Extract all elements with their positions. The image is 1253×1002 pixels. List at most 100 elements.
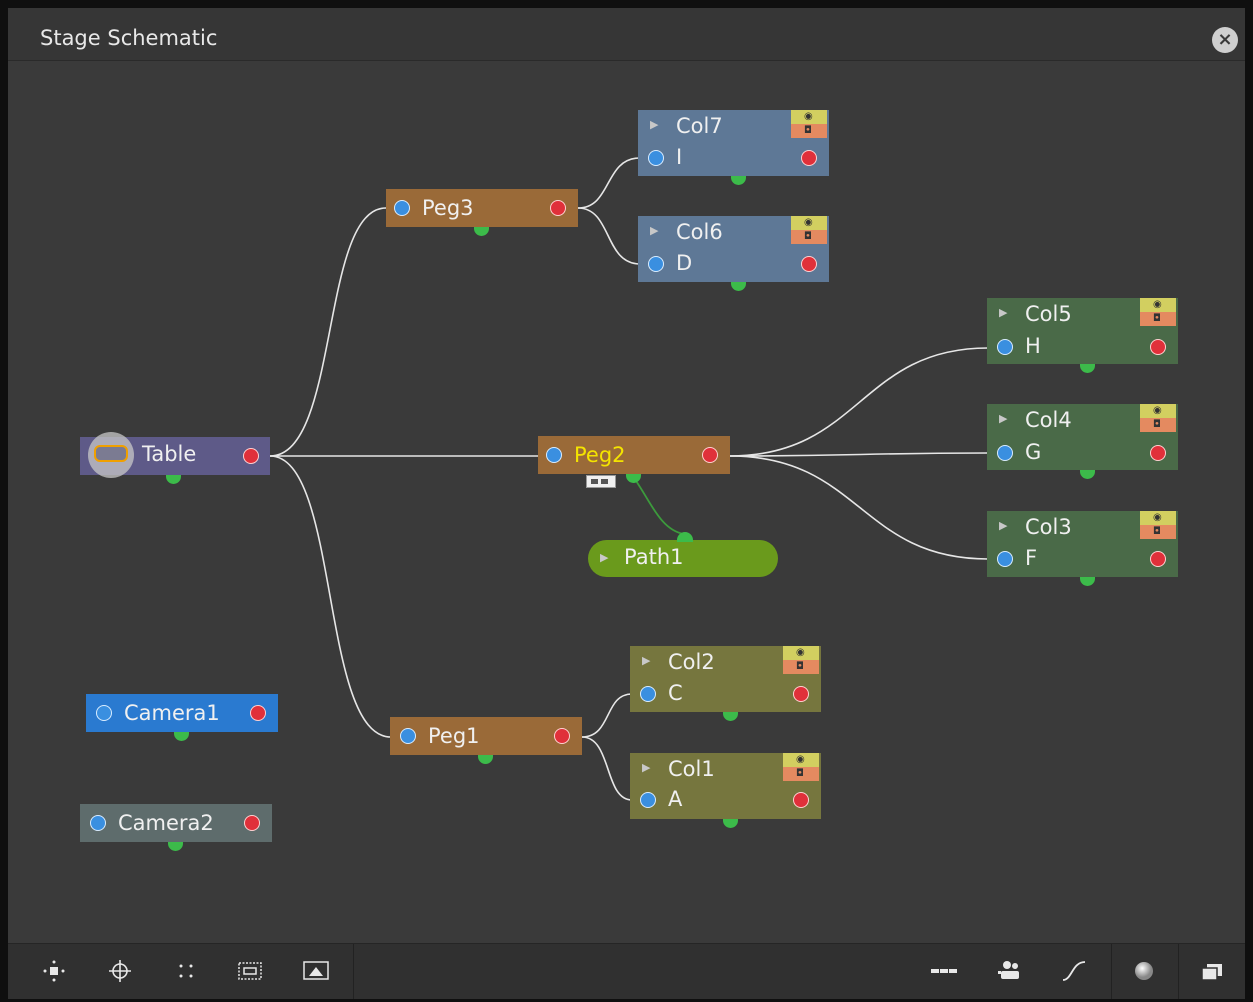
preview-visible-toggle[interactable]: ◉ xyxy=(1140,298,1176,312)
node-col6-sub: D xyxy=(676,251,693,275)
toggle-fx-stage-icon[interactable] xyxy=(1128,956,1160,986)
node-camera1[interactable]: Camera1 xyxy=(86,694,278,741)
node-peg1-label: Peg1 xyxy=(428,724,480,748)
input-port[interactable] xyxy=(997,551,1013,567)
output-port[interactable] xyxy=(554,728,570,744)
camstand-visible-toggle[interactable]: ◘ xyxy=(791,230,827,244)
output-port[interactable] xyxy=(1150,445,1166,461)
node-col7[interactable]: ▶ Col7 ◉ ◘ I xyxy=(638,110,829,185)
render-toggles[interactable]: ◉ ◘ xyxy=(1140,404,1176,432)
preview-visible-toggle[interactable]: ◉ xyxy=(1140,404,1176,418)
spline-icon[interactable] xyxy=(1058,956,1090,986)
preview-visible-toggle[interactable]: ◉ xyxy=(783,753,819,767)
output-port[interactable] xyxy=(793,686,809,702)
input-port[interactable] xyxy=(394,200,410,216)
node-path1-label: Path1 xyxy=(624,545,684,569)
toggle-node-icons-icon[interactable] xyxy=(300,956,332,986)
output-port[interactable] xyxy=(1150,551,1166,567)
render-toggles[interactable]: ◉ ◘ xyxy=(783,753,819,781)
expand-arrow-icon[interactable]: ▶ xyxy=(999,306,1007,319)
title-bar: Stage Schematic × xyxy=(8,8,1245,61)
input-port[interactable] xyxy=(997,339,1013,355)
camstand-visible-toggle[interactable]: ◘ xyxy=(783,660,819,674)
expand-arrow-icon[interactable]: ▶ xyxy=(999,412,1007,425)
node-table[interactable]: Table xyxy=(80,432,270,484)
node-path1[interactable]: ▶ Path1 xyxy=(588,532,778,577)
node-table-label: Table xyxy=(142,442,197,466)
node-peg3[interactable]: Peg3 xyxy=(386,189,578,236)
focus-current-icon[interactable] xyxy=(104,956,136,986)
normal-size-icon[interactable] xyxy=(234,956,266,986)
preview-visible-toggle[interactable]: ◉ xyxy=(791,216,827,230)
camstand-visible-toggle[interactable]: ◘ xyxy=(783,767,819,781)
path-input-port[interactable] xyxy=(677,532,693,542)
node-peg1[interactable]: Peg1 xyxy=(390,717,582,764)
preview-visible-toggle[interactable]: ◉ xyxy=(791,110,827,124)
schematic-menu-icon[interactable] xyxy=(1196,956,1228,986)
camstand-visible-toggle[interactable]: ◘ xyxy=(1140,312,1176,326)
node-col1[interactable]: ▶ Col1 ◉ ◘ A xyxy=(630,753,821,828)
expand-arrow-icon[interactable]: ▶ xyxy=(999,519,1007,532)
expand-arrow-icon[interactable]: ▶ xyxy=(642,761,650,774)
node-col1-sub: A xyxy=(668,787,683,811)
panel-title: Stage Schematic xyxy=(40,26,218,50)
output-port[interactable] xyxy=(801,256,817,272)
reorder-nodes-icon[interactable] xyxy=(170,956,202,986)
output-port[interactable] xyxy=(793,792,809,808)
output-port[interactable] xyxy=(1150,339,1166,355)
node-col6[interactable]: ▶ Col6 ◉ ◘ D xyxy=(638,216,829,291)
camstand-visible-toggle[interactable]: ◘ xyxy=(791,124,827,138)
node-col6-label: Col6 xyxy=(676,220,723,244)
render-toggles[interactable]: ◉ ◘ xyxy=(1140,511,1176,539)
node-col3-label: Col3 xyxy=(1025,515,1072,539)
node-col7-sub: I xyxy=(676,145,683,169)
node-col4[interactable]: ▶ Col4 ◉ ◘ G xyxy=(987,404,1178,479)
input-port[interactable] xyxy=(400,728,416,744)
node-col2[interactable]: ▶ Col2 ◉ ◘ C xyxy=(630,646,821,721)
node-camera2[interactable]: Camera2 xyxy=(80,804,272,851)
input-port[interactable] xyxy=(96,705,112,721)
close-icon[interactable]: × xyxy=(1212,27,1238,53)
camstand-visible-toggle[interactable]: ◘ xyxy=(1140,525,1176,539)
stage-schematic-panel: Stage Schematic × xyxy=(8,8,1245,999)
output-port[interactable] xyxy=(801,150,817,166)
node-col2-sub: C xyxy=(668,681,683,705)
toolbar-separator xyxy=(353,944,354,999)
render-toggles[interactable]: ◉ ◘ xyxy=(791,110,827,138)
minimize-nodes-icon[interactable] xyxy=(928,956,960,986)
node-camera2-label: Camera2 xyxy=(118,811,214,835)
output-port[interactable] xyxy=(550,200,566,216)
preview-visible-toggle[interactable]: ◉ xyxy=(1140,511,1176,525)
node-peg2[interactable]: Peg2 xyxy=(538,436,730,488)
output-port[interactable] xyxy=(244,815,260,831)
input-port[interactable] xyxy=(546,447,562,463)
output-port[interactable] xyxy=(243,448,259,464)
fit-to-window-icon[interactable] xyxy=(38,956,70,986)
output-port[interactable] xyxy=(702,447,718,463)
input-port[interactable] xyxy=(997,445,1013,461)
node-col7-label: Col7 xyxy=(676,114,723,138)
expand-arrow-icon[interactable]: ▶ xyxy=(650,118,658,131)
input-port[interactable] xyxy=(640,686,656,702)
node-col5-sub: H xyxy=(1025,334,1041,358)
expand-arrow-icon[interactable]: ▶ xyxy=(600,551,608,564)
input-port[interactable] xyxy=(648,256,664,272)
input-port[interactable] xyxy=(640,792,656,808)
expand-arrow-icon[interactable]: ▶ xyxy=(642,654,650,667)
preview-visible-toggle[interactable]: ◉ xyxy=(783,646,819,660)
render-toggles[interactable]: ◉ ◘ xyxy=(1140,298,1176,326)
expand-arrow-icon[interactable]: ▶ xyxy=(650,224,658,237)
node-peg3-label: Peg3 xyxy=(422,196,474,220)
camstand-visible-toggle[interactable]: ◘ xyxy=(1140,418,1176,432)
output-icon[interactable] xyxy=(994,956,1026,986)
render-toggles[interactable]: ◉ ◘ xyxy=(791,216,827,244)
input-port[interactable] xyxy=(90,815,106,831)
node-col5[interactable]: ▶ Col5 ◉ ◘ H xyxy=(987,298,1178,373)
node-col3[interactable]: ▶ Col3 ◉ ◘ F xyxy=(987,511,1178,586)
output-port[interactable] xyxy=(250,705,266,721)
schematic-toolbar xyxy=(8,943,1245,999)
render-toggles[interactable]: ◉ ◘ xyxy=(783,646,819,674)
spline-port-icon[interactable] xyxy=(586,475,616,488)
input-port[interactable] xyxy=(648,150,664,166)
node-col4-sub: G xyxy=(1025,440,1042,464)
